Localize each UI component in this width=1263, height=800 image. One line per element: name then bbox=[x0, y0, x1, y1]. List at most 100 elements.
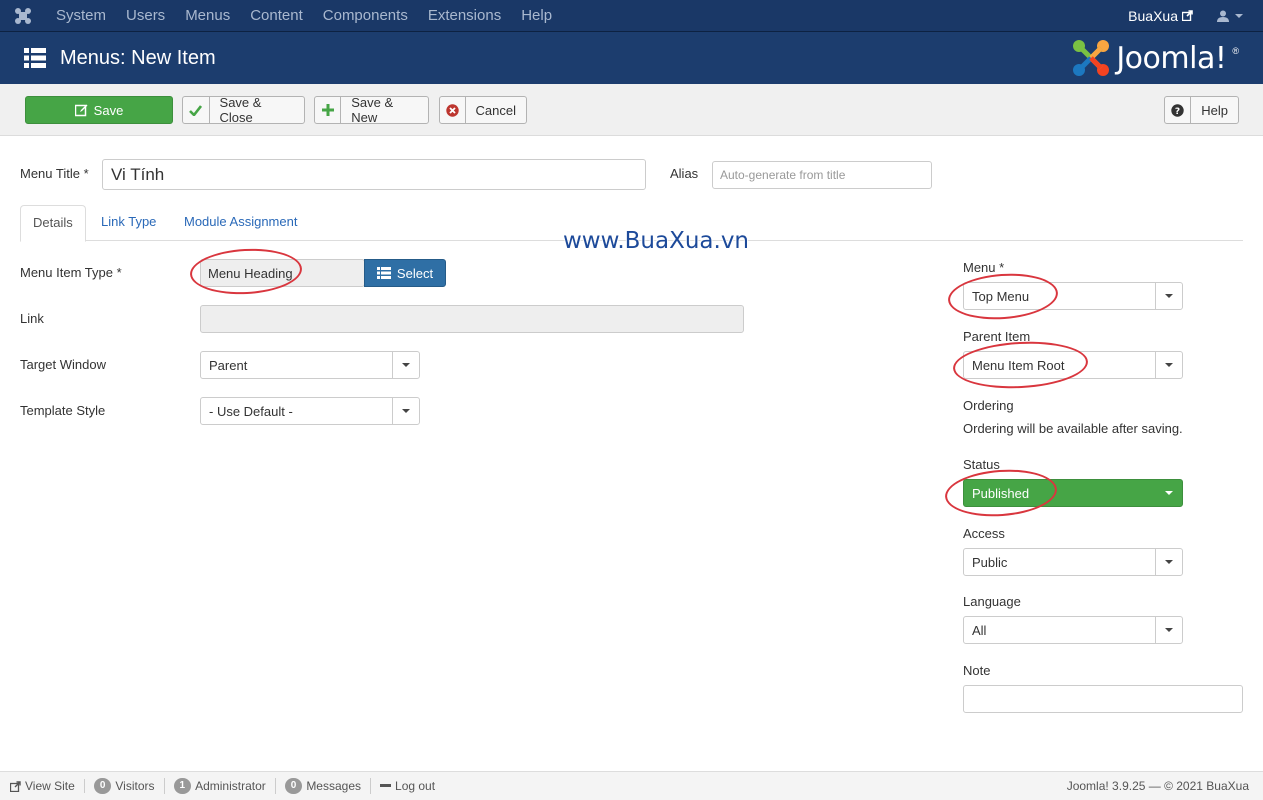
list-icon bbox=[376, 267, 391, 279]
messages-label: Messages bbox=[306, 779, 362, 793]
visitors-label: Visitors bbox=[115, 779, 155, 793]
visitors-badge: 0 bbox=[93, 778, 112, 794]
caret-down-icon bbox=[392, 398, 419, 424]
menu-item-type-label: Menu Item Type * bbox=[20, 265, 122, 280]
caret-down-icon bbox=[1155, 283, 1182, 309]
menu-title-label: Menu Title * bbox=[20, 166, 89, 181]
nav-system[interactable]: System bbox=[46, 0, 116, 32]
link-label: Link bbox=[20, 311, 44, 326]
logout-link[interactable]: Log out bbox=[371, 779, 444, 793]
select-label: Select bbox=[396, 265, 434, 281]
help-label: Help bbox=[1201, 102, 1228, 118]
admin-label: Administrator bbox=[195, 779, 266, 793]
toolbar: Save Save & Close Save & New Cancel ? He… bbox=[0, 84, 1263, 136]
nav-help[interactable]: Help bbox=[511, 0, 562, 32]
external-link-icon bbox=[1182, 10, 1193, 21]
save-close-button[interactable]: Save & Close bbox=[182, 95, 305, 125]
view-site-label: View Site bbox=[25, 779, 75, 793]
page-title: Menus: New Item bbox=[60, 46, 216, 69]
menu-title-input[interactable]: Vi Tính bbox=[102, 159, 646, 190]
access-label: Access bbox=[963, 526, 1005, 541]
site-link[interactable]: BuaXua bbox=[1116, 8, 1205, 24]
menu-value: Top Menu bbox=[972, 288, 1030, 304]
tab-module-assignment[interactable]: Module Assignment bbox=[172, 205, 309, 241]
messages-link[interactable]: 0 Messages bbox=[276, 778, 372, 794]
cancel-button[interactable]: Cancel bbox=[439, 96, 527, 124]
check-icon bbox=[183, 97, 210, 123]
watermark-text: www.BuaXua.vn bbox=[563, 228, 750, 254]
user-icon bbox=[1217, 10, 1229, 22]
tab-link-type[interactable]: Link Type bbox=[89, 205, 168, 241]
template-style-label: Template Style bbox=[20, 403, 106, 418]
status-value: Published bbox=[972, 485, 1030, 501]
template-style-value: - Use Default - bbox=[209, 403, 293, 419]
logout-label: Log out bbox=[395, 779, 436, 793]
language-select[interactable]: All bbox=[963, 616, 1183, 644]
alias-label: Alias bbox=[670, 166, 699, 181]
save-label: Save bbox=[93, 102, 124, 118]
note-input[interactable] bbox=[963, 685, 1243, 713]
target-window-select[interactable]: Parent bbox=[200, 351, 420, 379]
list-icon bbox=[24, 48, 46, 68]
joomla-brand: Joomla! ® bbox=[1072, 39, 1239, 77]
administrator-link[interactable]: 1 Administrator bbox=[165, 778, 276, 794]
template-style-select[interactable]: - Use Default - bbox=[200, 397, 420, 425]
view-site-link[interactable]: View Site bbox=[0, 779, 85, 793]
cancel-icon bbox=[440, 97, 466, 123]
note-label: Note bbox=[963, 663, 991, 678]
language-label: Language bbox=[963, 594, 1021, 609]
save-button[interactable]: Save bbox=[25, 96, 173, 124]
caret-down-icon bbox=[1155, 549, 1182, 575]
nav-components[interactable]: Components bbox=[313, 0, 418, 32]
tab-details[interactable]: Details bbox=[20, 205, 86, 242]
link-input bbox=[200, 305, 744, 333]
save-close-label: Save & Close bbox=[219, 95, 262, 125]
messages-badge: 0 bbox=[284, 778, 303, 794]
target-window-value: Parent bbox=[209, 357, 248, 373]
status-label: Status bbox=[963, 457, 1000, 472]
language-value: All bbox=[972, 622, 987, 638]
nav-users[interactable]: Users bbox=[116, 0, 175, 32]
admin-top-navbar: System Users Menus Content Components Ex… bbox=[0, 0, 1263, 32]
brand-text: Joomla! bbox=[1116, 40, 1227, 76]
external-link-icon bbox=[10, 780, 21, 792]
visitors-link[interactable]: 0 Visitors bbox=[85, 778, 165, 794]
nav-extensions[interactable]: Extensions bbox=[418, 0, 511, 32]
status-select[interactable]: Published bbox=[963, 479, 1183, 507]
page-header: Menus: New Item Joomla! ® bbox=[0, 32, 1263, 84]
caret-down-icon bbox=[1155, 617, 1182, 643]
caret-down-icon bbox=[1155, 352, 1182, 378]
parent-item-select[interactable]: Menu Item Root bbox=[963, 351, 1183, 379]
plus-icon bbox=[315, 97, 342, 123]
parent-item-value: Menu Item Root bbox=[972, 357, 1065, 373]
user-menu[interactable] bbox=[1205, 10, 1263, 22]
cancel-label: Cancel bbox=[475, 102, 516, 118]
nav-content[interactable]: Content bbox=[240, 0, 313, 32]
alias-input[interactable]: Auto-generate from title bbox=[712, 161, 932, 189]
access-value: Public bbox=[972, 554, 1008, 570]
joomla-logo-icon[interactable] bbox=[0, 0, 46, 32]
select-type-button[interactable]: Select bbox=[364, 259, 446, 287]
edit-icon bbox=[74, 104, 88, 116]
help-button[interactable]: ? Help bbox=[1164, 96, 1239, 124]
menu-select[interactable]: Top Menu bbox=[963, 282, 1183, 310]
menu-item-type-value: Menu Heading bbox=[200, 259, 365, 287]
question-icon: ? bbox=[1165, 97, 1192, 123]
registered-mark: ® bbox=[1232, 46, 1239, 56]
access-select[interactable]: Public bbox=[963, 548, 1183, 576]
ordering-text: Ordering will be available after saving. bbox=[963, 421, 1183, 436]
copyright-text: Joomla! 3.9.25 — © 2021 BuaXua bbox=[1066, 779, 1249, 793]
minus-icon bbox=[380, 784, 392, 787]
menu-label: Menu * bbox=[963, 260, 1005, 275]
svg-text:?: ? bbox=[1175, 107, 1180, 117]
chevron-down-icon bbox=[1235, 13, 1243, 18]
ordering-label: Ordering bbox=[963, 398, 1014, 413]
nav-menus[interactable]: Menus bbox=[175, 0, 240, 32]
site-name: BuaXua bbox=[1128, 7, 1178, 24]
joomla-logo-icon bbox=[1073, 40, 1110, 76]
target-window-label: Target Window bbox=[20, 357, 106, 372]
save-new-button[interactable]: Save & New bbox=[314, 95, 429, 125]
caret-down-icon bbox=[1155, 480, 1182, 506]
caret-down-icon bbox=[392, 352, 419, 378]
status-bar: View Site 0 Visitors 1 Administrator 0 M… bbox=[0, 771, 1263, 800]
